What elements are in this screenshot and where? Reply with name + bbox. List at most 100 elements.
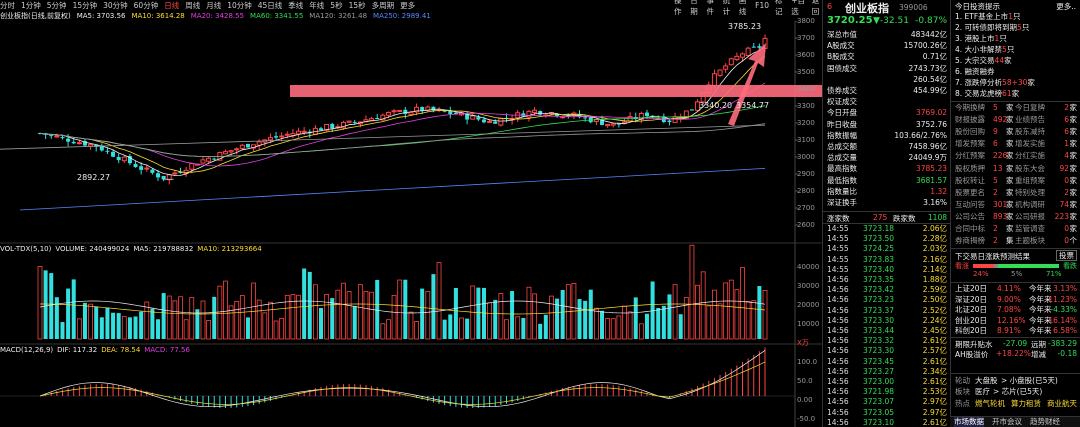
price-tick: 2700	[797, 204, 815, 212]
event-label: 公司公告	[955, 211, 985, 221]
period-tab-16[interactable]: 更多	[400, 0, 415, 11]
tick-row[interactable]: 14:55 3723.50 2.28亿	[823, 234, 951, 244]
event-stat-row[interactable]: 互动问答 301 家机构调研 74 家	[951, 200, 1080, 211]
event-unit: 家	[1006, 103, 1014, 112]
period-tab-12[interactable]: 年线	[309, 0, 324, 11]
event-stat-row[interactable]: 分红预案 226 家分红实施 4 家	[951, 151, 1080, 162]
tick-row[interactable]: 14:56 3723.05 2.97亿	[823, 408, 951, 418]
news-item[interactable]: 5. 大宗交易44家	[955, 56, 1012, 66]
event-stat-row[interactable]: 增发预案 6 家增发实施 1 家	[951, 139, 1080, 150]
news-item[interactable]: 7. 涨跌停分析58+30家	[955, 78, 1035, 88]
forecast-up-label: 看涨	[955, 262, 969, 270]
period-tab-2[interactable]: 5分钟	[47, 0, 67, 11]
tick-amount: 2.61亿	[922, 336, 947, 346]
period-tab-3[interactable]: 15分钟	[73, 0, 98, 11]
tick-row[interactable]: 14:56 3723.37 2.52亿	[823, 306, 951, 316]
event-stat-row[interactable]: 今期换牌 5 家今日复牌 2 家	[951, 103, 1080, 114]
tick-time: 14:56	[827, 346, 849, 356]
candle-body	[296, 130, 302, 135]
period-tab-14[interactable]: 15秒	[349, 0, 366, 11]
hot-topic-3[interactable]: 商业航天	[1047, 398, 1077, 409]
price-tick: 3000	[797, 153, 815, 161]
hot-topic-1[interactable]: 燃气轮机	[975, 398, 1005, 409]
event-unit: 家	[1069, 175, 1078, 185]
period-tab-8[interactable]: 月线	[206, 0, 221, 11]
kline-chart[interactable]	[0, 21, 822, 427]
event-stat-row[interactable]: 股权转让 5 家重组预案 0 家	[951, 176, 1080, 187]
event-label: 股权质押	[955, 163, 985, 173]
period-tab-0[interactable]: 分时	[0, 0, 15, 11]
news-item[interactable]: 3. 港股上市1只	[955, 34, 1007, 44]
tick-row[interactable]: 14:56 3723.23 2.50亿	[823, 295, 951, 305]
tick-row[interactable]: 14:56 3721.98 2.53亿	[823, 387, 951, 397]
event-label: 股东大会	[1015, 163, 1045, 173]
tick-list[interactable]: 14:55 3723.18 2.06亿 14:55 3723.50 2.28亿 14:55 3…	[823, 223, 951, 427]
volume-bar	[60, 322, 65, 339]
price-tick: 3100	[797, 136, 815, 144]
news-title: 今日投资提示	[955, 2, 1000, 11]
event-stat-row[interactable]: 股票更名 2 家特别处理 2 家	[951, 188, 1080, 199]
period-tab-7[interactable]: 周线	[185, 0, 200, 11]
volume-bar	[296, 294, 301, 340]
volume-bar	[206, 320, 212, 340]
volume-bar	[453, 288, 458, 339]
event-stat-row[interactable]: 股权质押 13 家股东大会 92 家	[951, 164, 1080, 175]
volume-bar	[189, 297, 195, 340]
news-item[interactable]: 6. 融资融券	[955, 67, 995, 77]
news-item[interactable]: 4. 大小非解禁5只	[955, 45, 1014, 55]
tick-row[interactable]: 14:55 3723.83 2.16亿	[823, 255, 951, 265]
quote-stat-value: 483442亿	[910, 30, 947, 39]
period-tab-1[interactable]: 1分钟	[21, 0, 41, 11]
tick-row[interactable]: 14:56 3723.30 2.24亿	[823, 316, 951, 326]
bottom-tab-0[interactable]: 市场数据	[954, 417, 984, 427]
period-tab-10[interactable]: 45日线	[258, 0, 283, 11]
candle-body	[133, 164, 138, 168]
bottom-tab-1[interactable]: 开市会议	[992, 417, 1022, 427]
tick-row[interactable]: 14:56 3723.10 2.61亿	[823, 418, 951, 427]
event-stat-row[interactable]: 股份回购 9 家股东减持 6 家	[951, 127, 1080, 138]
quote-stat-label: 最低指数	[827, 175, 857, 185]
tick-row[interactable]: 14:56 3723.30 2.57亿	[823, 346, 951, 356]
event-count: 0	[1064, 175, 1069, 185]
event-stat-row[interactable]: 合同中标 2 家监管调查 0 家	[951, 224, 1080, 235]
vote-button[interactable]: 投票	[1056, 250, 1077, 261]
toolbar-item-5[interactable]: F10	[755, 1, 769, 10]
tick-row[interactable]: 14:56 3723.32 2.61亿	[823, 336, 951, 346]
period-tab-9[interactable]: 10分钟	[227, 0, 252, 11]
sector-from[interactable]: 医疗	[975, 386, 990, 397]
sector-to[interactable]: > 芯片(已5天)	[993, 386, 1042, 397]
tick-row[interactable]: 14:56 3723.35 1.88亿	[823, 275, 951, 285]
volume-bar	[712, 289, 717, 340]
event-stat-row[interactable]: 券商揭榜 2 集主题板块 0 个	[951, 236, 1080, 247]
news-item[interactable]: 8. 交易龙虎榜61家	[955, 89, 1019, 99]
news-more-link[interactable]: 更多..	[1056, 1, 1076, 12]
news-item-count: 44	[994, 56, 1005, 65]
tick-row[interactable]: 14:56 3723.00 2.61亿	[823, 377, 951, 387]
ma-line-250	[19, 168, 766, 211]
period-tab-4[interactable]: 30分钟	[103, 0, 128, 11]
period-tab-5[interactable]: 60分钟	[134, 0, 159, 11]
tick-row[interactable]: 14:55 3723.40 2.14亿	[823, 265, 951, 275]
hot-topic-2[interactable]: 算力租赁	[1011, 398, 1041, 409]
tick-row[interactable]: 14:56 3723.27 2.34亿	[823, 367, 951, 377]
tick-row[interactable]: 14:56 3723.42 2.59亿	[823, 285, 951, 295]
period-tab-6[interactable]: 日线	[164, 0, 179, 11]
tick-row[interactable]: 14:55 3723.18 2.06亿	[823, 224, 951, 234]
candle-body	[200, 159, 206, 164]
period-tab-11[interactable]: 季线	[288, 0, 303, 11]
news-item[interactable]: 2. 可转债即将到期5只	[955, 23, 1029, 33]
news-item[interactable]: 1. ETF基金上市1只	[955, 12, 1020, 22]
tick-row[interactable]: 14:56 3723.07 2.97亿	[823, 397, 951, 407]
period-tab-15[interactable]: 多周期	[372, 0, 395, 11]
candle-body	[76, 142, 82, 145]
tick-row[interactable]: 14:56 3723.45 2.61亿	[823, 357, 951, 367]
tick-row[interactable]: 14:55 3724.25 2.03亿	[823, 244, 951, 254]
volume-bar	[672, 284, 678, 340]
event-stat-row[interactable]: 公司公告 893 家公司研报 223 家	[951, 212, 1080, 223]
candle-body	[111, 151, 116, 157]
tick-row[interactable]: 14:56 3723.44 2.45亿	[823, 326, 951, 336]
period-tab-13[interactable]: 5秒	[330, 0, 342, 11]
event-stat-row[interactable]: 财报披露 492 家业绩预告 6 家	[951, 115, 1080, 126]
bottom-tab-2[interactable]: 趋势财经	[1030, 417, 1060, 427]
event-label: 监管调查	[1015, 224, 1045, 233]
